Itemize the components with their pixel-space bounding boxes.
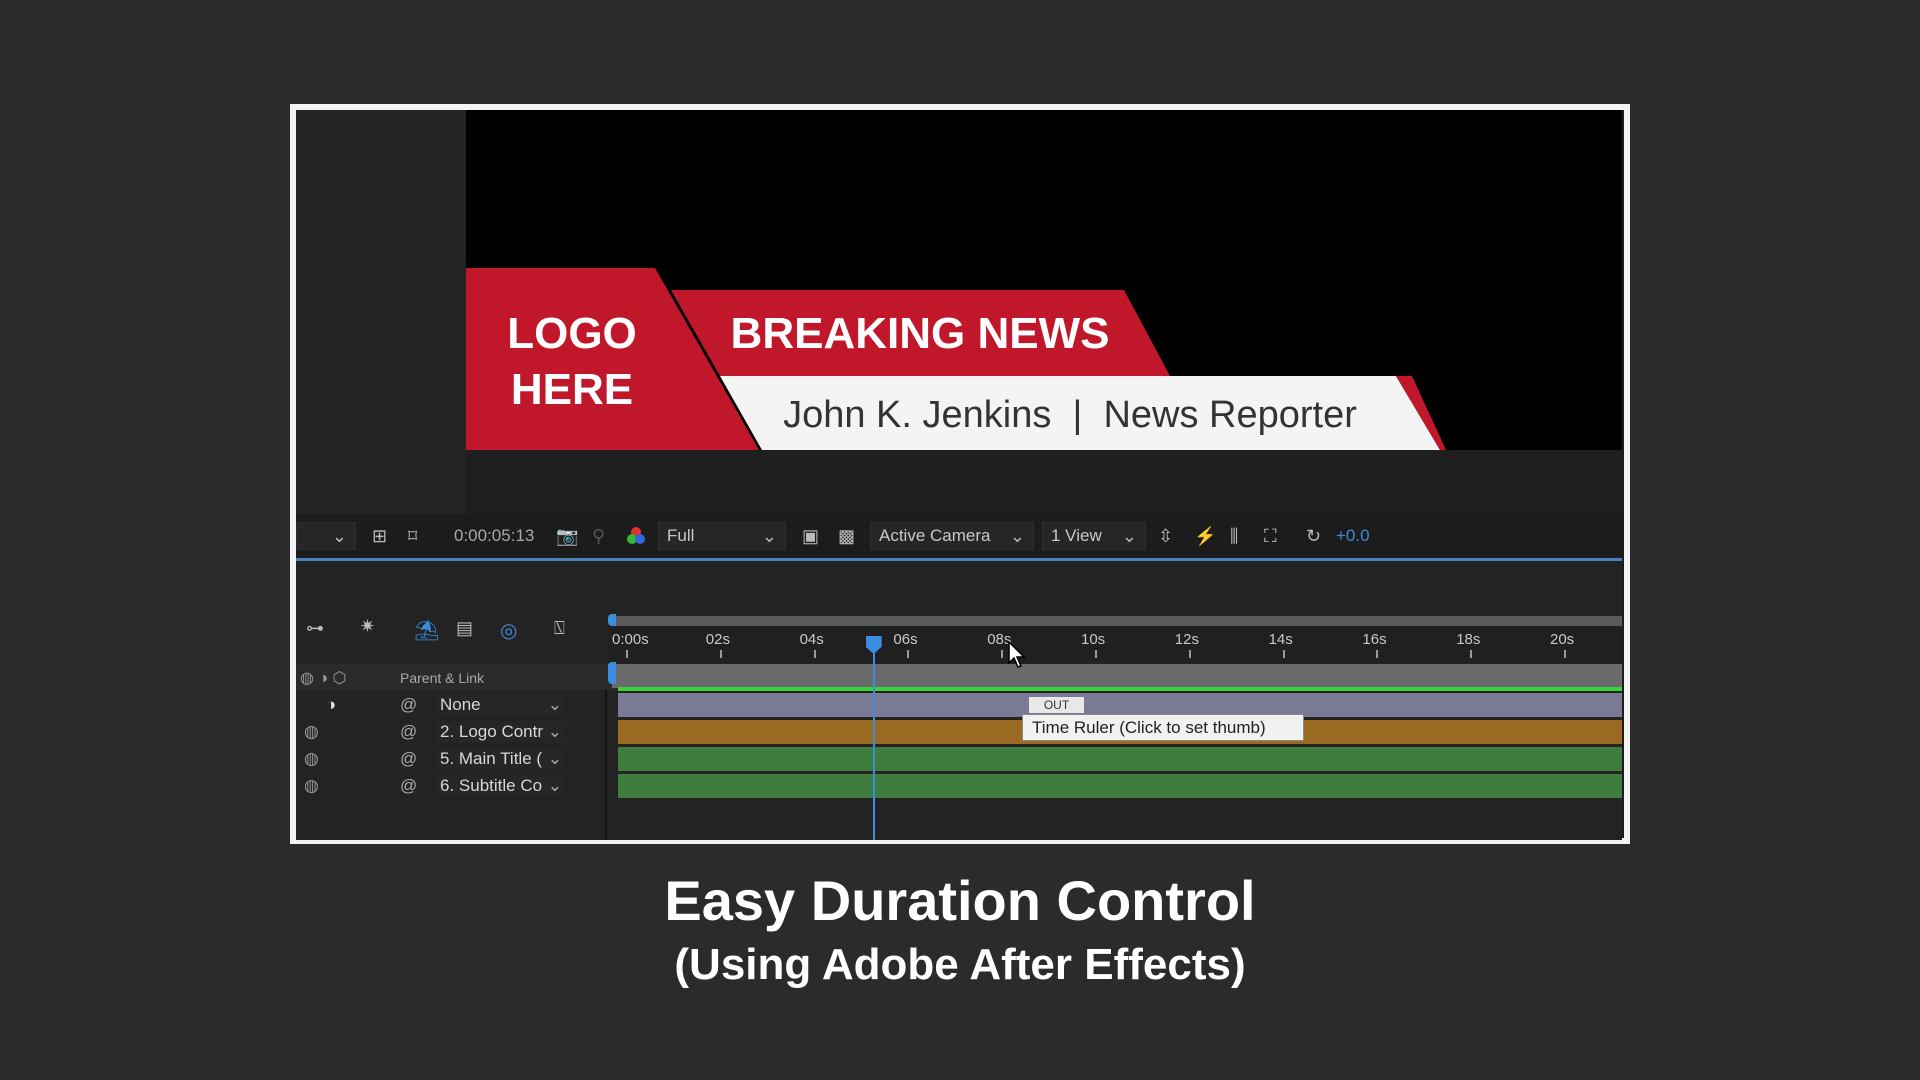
ruler-tick-label: 04s	[799, 631, 824, 648]
comp-start-marker	[608, 662, 616, 684]
toggle-pixel-aspect-icon[interactable]: ⇳	[1158, 522, 1173, 550]
current-time[interactable]: 0:00:05:13	[454, 522, 534, 550]
parent-value: None	[440, 695, 481, 714]
chevron-down-icon: ⌄	[547, 722, 562, 741]
pickwhip-icon[interactable]: @	[400, 722, 417, 742]
flowchart-icon[interactable]: ⛶	[1264, 522, 1277, 550]
ruler-tick-mark	[907, 650, 910, 658]
ruler-tick-mark	[1095, 650, 1097, 658]
chevron-down-icon: ⌄	[547, 776, 562, 795]
ruler-tick-label: 18s	[1456, 631, 1481, 648]
chevron-down-icon: ⌄	[1121, 525, 1137, 546]
video-switch-icon: ◍ ◑ ⬡	[300, 670, 347, 687]
draft-3d-icon[interactable]: ✷	[360, 616, 375, 637]
ruler-tick-mark	[626, 650, 628, 658]
ruler-tick-mark	[1564, 650, 1566, 658]
ruler-tick-mark	[719, 650, 722, 658]
ruler-tick-mark	[1001, 650, 1004, 658]
layer-switch-icon[interactable]: ◍	[304, 722, 319, 742]
resolution-value: Full	[667, 526, 695, 545]
ruler-tick-label: 16s	[1362, 631, 1387, 648]
logo-text-line2: HERE	[511, 365, 633, 414]
subtitle-text: John K. Jenkins | News Reporter	[783, 394, 1357, 436]
ruler-tick-mark	[1470, 650, 1473, 658]
reset-exposure-icon[interactable]: ↻	[1306, 522, 1321, 550]
chevron-down-icon: ⌄	[331, 525, 347, 546]
layer-duration-bar[interactable]	[618, 774, 1622, 798]
render-cache-bar	[618, 687, 1622, 691]
tooltip: Time Ruler (Click to set thumb)	[1022, 714, 1304, 741]
parent-value: 6. Subtitle Co	[440, 776, 543, 795]
graph-editor-icon[interactable]: ⍂	[554, 618, 565, 639]
out-point-label: OUT	[1029, 697, 1084, 713]
composition-flowchart-icon[interactable]: ⊶	[306, 618, 324, 639]
headline-text: BREAKING NEWS	[731, 309, 1110, 358]
ruler-tick-label: 0:00s	[612, 631, 649, 648]
ruler-tick-mark	[1376, 650, 1379, 658]
ruler-tick-label: 20s	[1550, 631, 1575, 648]
chevron-down-icon: ⌄	[761, 525, 777, 546]
region-of-interest-icon[interactable]: ⊞	[372, 522, 387, 550]
channel-rgb-icon[interactable]	[626, 522, 646, 550]
parent-dropdown[interactable]: 2. Logo Contr ⌄	[436, 722, 566, 742]
caption-subtitle: (Using Adobe After Effects)	[674, 940, 1246, 989]
parent-dropdown[interactable]: 5. Main Title (⌄	[436, 749, 566, 769]
resolution-dropdown[interactable]: Full ⌄	[658, 522, 786, 550]
parent-dropdown[interactable]: None ⌄	[436, 695, 566, 715]
snapshot-camera-icon[interactable]: 📷	[556, 522, 578, 550]
work-area-bar[interactable]	[612, 616, 1622, 626]
ruler-tick-mark	[813, 650, 816, 658]
chevron-down-icon: ⌄	[1009, 525, 1025, 546]
view-layout-dropdown[interactable]: 1 View ⌄	[1042, 522, 1146, 550]
pickwhip-icon[interactable]: @	[400, 776, 417, 796]
parent-value: 5. Main Title (	[440, 749, 543, 768]
viewer-toolbar: ⌄ ⊞ ⌑ 0:00:05:13 📷 ⚲ Full ⌄ ▣ ▩ Active Ca…	[296, 514, 1622, 558]
chevron-down-icon: ⌄	[547, 695, 562, 714]
ruler-tick-label: 10s	[1081, 631, 1106, 648]
chevron-down-icon: ⌄	[547, 749, 562, 768]
toggle-transparency-icon[interactable]: ▩	[838, 522, 855, 550]
camera-value: Active Camera	[879, 526, 991, 545]
layer-duration-bar[interactable]	[618, 747, 1622, 771]
camera-dropdown[interactable]: Active Camera ⌄	[870, 522, 1034, 550]
exposure-value[interactable]: +0.0	[1336, 522, 1370, 550]
mouse-cursor-icon	[1008, 641, 1026, 668]
ruler-tick-label: 06s	[893, 631, 918, 648]
show-snapshot-icon[interactable]: ⚲	[592, 522, 605, 550]
layer-row[interactable]: ◍ @ 6. Subtitle Co ⌄	[296, 773, 606, 799]
view-layout-value: 1 View	[1051, 526, 1102, 545]
layer-switch-icon[interactable]: ◍	[304, 776, 319, 796]
pickwhip-icon[interactable]: @	[400, 749, 417, 769]
parent-link-header: Parent & Link	[400, 670, 485, 686]
comp-duration-bar	[612, 664, 1622, 688]
layer-row[interactable]: ◍ @ 2. Logo Contr ⌄	[296, 719, 606, 745]
shy-layers-icon[interactable]: ⛱	[414, 618, 439, 643]
logo-text-line1: LOGO	[507, 309, 637, 358]
fast-preview-icon[interactable]: ⚡	[1194, 522, 1216, 550]
ruler-tick-mark	[1188, 650, 1191, 658]
layer-row[interactable]: ◍ @ 5. Main Title (⌄	[296, 746, 606, 772]
ruler-tick-label: 02s	[705, 631, 730, 648]
layer-row[interactable]: ◑ @ None ⌄	[296, 692, 606, 718]
layer-switch-icon[interactable]: ◍	[304, 749, 319, 769]
magnification-dropdown[interactable]: ⌄	[296, 522, 356, 550]
parent-value: 2. Logo Contr	[440, 722, 544, 741]
caption-title: Easy Duration Control	[664, 869, 1256, 932]
parent-dropdown[interactable]: 6. Subtitle Co ⌄	[436, 776, 566, 796]
playhead-line	[872, 636, 875, 840]
solo-toggle-icon[interactable]: ◑	[326, 695, 336, 715]
ruler-tick-label: 12s	[1174, 631, 1199, 648]
pickwhip-icon[interactable]: @	[400, 695, 417, 715]
ruler-tick-mark	[1282, 650, 1285, 658]
timeline-icon[interactable]: ⫼	[1230, 522, 1238, 550]
panel-divider	[605, 690, 607, 840]
fast-previews-icon[interactable]: ▣	[802, 522, 819, 550]
motion-blur-icon[interactable]: ◎	[500, 618, 517, 643]
frame-blending-icon[interactable]: ▤	[456, 618, 473, 639]
ruler-tick-label: 14s	[1268, 631, 1293, 648]
transparency-grid-icon[interactable]: ⌑	[408, 522, 417, 550]
work-area-start-handle[interactable]	[608, 614, 616, 626]
